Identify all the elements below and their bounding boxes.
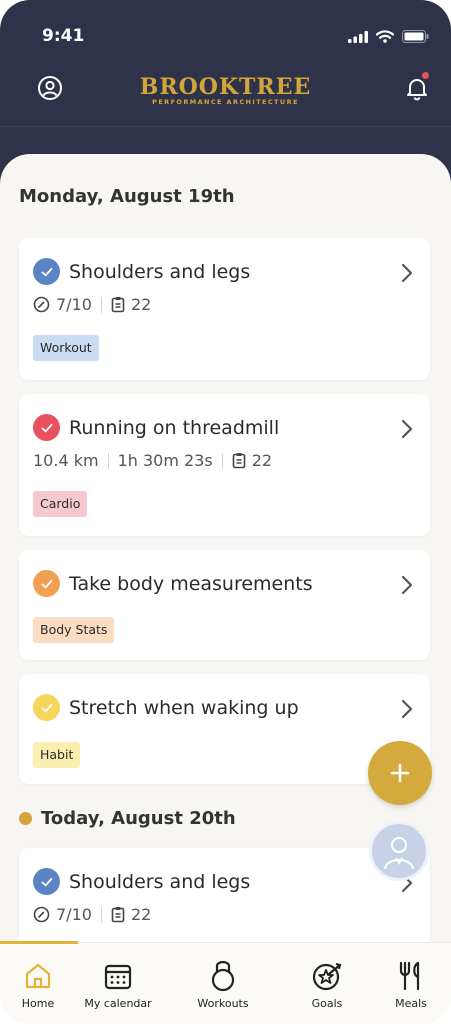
date-heading-text: Today, August 20th <box>41 808 236 829</box>
chevron-right-icon[interactable] <box>400 574 414 596</box>
status-bar: 9:41 <box>0 26 451 50</box>
check-icon[interactable] <box>33 258 60 285</box>
meta-divider <box>100 906 102 923</box>
brand-tagline: PERFORMANCE ARCHITECTURE <box>152 98 299 106</box>
battery-icon <box>402 30 429 43</box>
card-title-row: Shoulders and legs <box>33 868 250 895</box>
coach-icon <box>384 837 414 870</box>
top-nav: BROOKTREE PERFORMANCE ARCHITECTURE <box>0 70 451 110</box>
count-value: 22 <box>130 905 152 924</box>
date-heading-today: Today, August 20th <box>19 808 236 829</box>
card-title: Take body measurements <box>69 572 313 595</box>
count-value: 22 <box>251 451 273 470</box>
nav-meals[interactable]: Meals <box>371 959 451 1010</box>
nav-workouts-label: Workouts <box>197 997 249 1010</box>
card-title-row: Stretch when waking up <box>33 694 299 721</box>
count-value: 22 <box>130 295 152 314</box>
intensity-value: 7/10 <box>56 905 92 924</box>
intensity-icon <box>33 296 50 313</box>
chevron-right-icon[interactable] <box>400 698 414 720</box>
card-title-row: Running on threadmill <box>33 414 279 441</box>
activity-card[interactable]: Running on threadmill 10.4 km 1h 30m 23s… <box>19 394 430 536</box>
activity-card[interactable]: Shoulders and legs 7/10 22 <box>19 848 430 948</box>
brand-logo: BROOKTREE PERFORMANCE ARCHITECTURE <box>0 76 451 106</box>
signal-icon <box>348 30 368 43</box>
card-meta: 7/10 22 <box>33 905 151 924</box>
card-title: Shoulders and legs <box>69 260 251 283</box>
active-tab-indicator <box>0 941 78 944</box>
status-icons <box>348 30 429 43</box>
card-title-row: Shoulders and legs <box>33 258 250 285</box>
notifications-button[interactable] <box>403 72 431 102</box>
nav-goals-label: Goals <box>311 997 343 1010</box>
category-tag: Cardio <box>33 491 88 517</box>
status-time: 9:41 <box>42 26 85 46</box>
activity-card[interactable]: Shoulders and legs 7/10 22 Workout <box>19 238 430 380</box>
add-button[interactable] <box>368 741 432 805</box>
goals-icon <box>312 963 342 991</box>
fork-knife-icon <box>399 961 420 991</box>
card-title: Running on threadmill <box>69 416 280 439</box>
category-tag: Habit <box>33 742 81 768</box>
home-icon <box>25 963 51 989</box>
distance-value: 10.4 km <box>33 451 99 470</box>
date-heading: Monday, August 19th <box>19 186 235 207</box>
bottom-nav: Home My calendar Workouts Goals Meals <box>0 941 451 1024</box>
card-title-row: Take body measurements <box>33 570 313 597</box>
chevron-right-icon[interactable] <box>400 418 414 440</box>
clipboard-icon <box>111 906 125 923</box>
notification-badge <box>422 72 429 79</box>
card-meta: 7/10 22 <box>33 295 151 314</box>
intensity-value: 7/10 <box>56 295 92 314</box>
clipboard-icon <box>232 452 246 469</box>
nav-meals-label: Meals <box>395 997 427 1010</box>
meta-divider <box>221 452 223 469</box>
card-meta: 10.4 km 1h 30m 23s 22 <box>33 451 272 470</box>
check-icon[interactable] <box>33 570 60 597</box>
kettlebell-icon <box>211 960 235 992</box>
today-dot <box>19 812 32 825</box>
meta-divider <box>107 452 109 469</box>
nav-home[interactable]: Home <box>0 959 78 1010</box>
calendar-icon <box>104 964 132 990</box>
card-title: Shoulders and legs <box>69 870 251 893</box>
check-icon[interactable] <box>33 414 60 441</box>
header-divider <box>0 126 451 127</box>
card-title: Stretch when waking up <box>69 696 299 719</box>
category-tag: Body Stats <box>33 617 115 643</box>
check-icon[interactable] <box>33 694 60 721</box>
nav-goals[interactable]: Goals <box>287 959 367 1010</box>
duration-value: 1h 30m 23s <box>117 451 213 470</box>
chevron-right-icon[interactable] <box>400 262 414 284</box>
nav-workouts[interactable]: Workouts <box>183 959 263 1010</box>
activity-card[interactable]: Take body measurements Body Stats <box>19 550 430 660</box>
meta-divider <box>100 296 102 313</box>
check-icon[interactable] <box>33 868 60 895</box>
nav-calendar-label: My calendar <box>84 997 152 1010</box>
intensity-icon <box>33 906 50 923</box>
coach-avatar-button[interactable] <box>369 821 429 881</box>
wifi-icon <box>376 30 394 43</box>
brand-name: BROOKTREE <box>139 74 312 100</box>
plus-icon <box>390 763 410 783</box>
category-tag: Workout <box>33 335 99 361</box>
nav-my-calendar[interactable]: My calendar <box>78 959 158 1010</box>
nav-home-label: Home <box>21 997 55 1010</box>
clipboard-icon <box>111 296 125 313</box>
app-screen: 9:41 BROOKTREE PERFORMANCE ARCHITECTURE … <box>0 0 451 1024</box>
